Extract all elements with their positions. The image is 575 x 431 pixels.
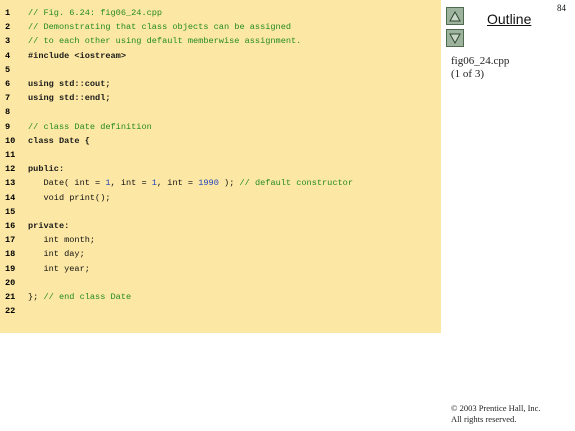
code-token: ); xyxy=(218,178,240,189)
line-number: 6 xyxy=(5,79,11,89)
line-number: 3 xyxy=(5,36,11,47)
line-number: 21 xyxy=(5,292,16,302)
line-number: 13 xyxy=(5,178,16,189)
code-text: // Demonstrating that class objects can … xyxy=(28,20,291,34)
code-token: public: xyxy=(28,164,65,175)
code-comment: // end class Date xyxy=(43,292,132,302)
code-text: public: xyxy=(28,162,64,176)
line-number: 18 xyxy=(5,249,16,260)
copyright-notice: © 2003 Prentice Hall, Inc. All rights re… xyxy=(451,403,541,425)
code-comment: // Demonstrating that class objects can … xyxy=(28,22,292,33)
line-number: 4 xyxy=(5,50,11,61)
code-comment: // class Date definition xyxy=(28,121,152,132)
line-number: 12 xyxy=(5,164,16,175)
line-number: 10 xyxy=(5,135,16,146)
triangle-up-icon xyxy=(449,10,461,21)
outline-link[interactable]: Outline xyxy=(487,11,531,27)
line-number: 17 xyxy=(5,235,16,246)
code-text: using std::cout; xyxy=(28,77,111,91)
code-token: Date( int = xyxy=(28,178,106,189)
code-text: // to each other using default memberwis… xyxy=(28,34,301,48)
line-number: 20 xyxy=(5,277,16,288)
code-text: #include <iostream> xyxy=(28,49,126,63)
line-number: 22 xyxy=(5,306,16,317)
code-token: }; xyxy=(28,292,44,302)
code-text: int day; xyxy=(28,247,85,261)
code-token: , int = xyxy=(156,178,199,189)
code-token: class Date { xyxy=(28,135,90,146)
code-token: int day; xyxy=(28,249,85,260)
line-number: 15 xyxy=(5,206,16,217)
code-token: , int = xyxy=(110,178,152,189)
line-number: 8 xyxy=(5,107,11,118)
line-number: 9 xyxy=(5,121,11,132)
code-token: private: xyxy=(28,221,70,231)
code-text: void print(); xyxy=(28,191,111,205)
code-token: void print(); xyxy=(28,192,111,203)
code-token: int month; xyxy=(28,235,96,246)
code-text: class Date { xyxy=(28,134,90,148)
file-name: fig06_24.cpp xyxy=(451,55,510,67)
line-number: 1 xyxy=(5,8,11,18)
code-number: 1990 xyxy=(198,178,219,189)
line-number: 19 xyxy=(5,263,16,274)
triangle-down-icon xyxy=(449,33,461,44)
page-number: 84 xyxy=(557,3,566,13)
next-slide-button[interactable] xyxy=(446,29,464,47)
code-token: #include <iostream> xyxy=(28,50,126,61)
code-text: Date( int = 1, int = 1, int = 1990 ); //… xyxy=(28,176,353,190)
code-text: int year; xyxy=(28,262,90,276)
code-comment: // to each other using default memberwis… xyxy=(28,36,302,47)
rights-line: All rights reserved. xyxy=(451,414,517,424)
code-text: // class Date definition xyxy=(28,120,152,134)
code-text: private: xyxy=(28,219,69,233)
line-number: 11 xyxy=(5,150,16,160)
file-label: fig06_24.cpp (1 of 3) xyxy=(451,55,509,81)
code-token: int year; xyxy=(28,263,90,274)
code-text: int month; xyxy=(28,233,95,247)
code-token: using std::cout; xyxy=(28,79,111,89)
code-comment: // Fig. 6.24: fig06_24.cpp xyxy=(28,8,163,18)
line-number: 2 xyxy=(5,22,11,33)
code-listing-panel: 1 // Fig. 6.24: fig06_24.cpp 2 // Demonstra… xyxy=(0,0,441,333)
previous-slide-button[interactable] xyxy=(446,7,464,25)
file-part: (1 of 3) xyxy=(451,68,484,80)
code-text: using std::endl; xyxy=(28,91,111,105)
line-number: 14 xyxy=(5,192,16,203)
line-number: 5 xyxy=(5,64,11,75)
line-number: 16 xyxy=(5,221,16,231)
copyright-line: © 2003 Prentice Hall, Inc. xyxy=(451,403,541,413)
code-text: }; // end class Date xyxy=(28,290,131,304)
code-text: // Fig. 6.24: fig06_24.cpp xyxy=(28,6,162,20)
code-comment: // default constructor xyxy=(239,178,353,189)
code-token: using std::endl; xyxy=(28,93,111,104)
line-number: 7 xyxy=(5,93,11,104)
